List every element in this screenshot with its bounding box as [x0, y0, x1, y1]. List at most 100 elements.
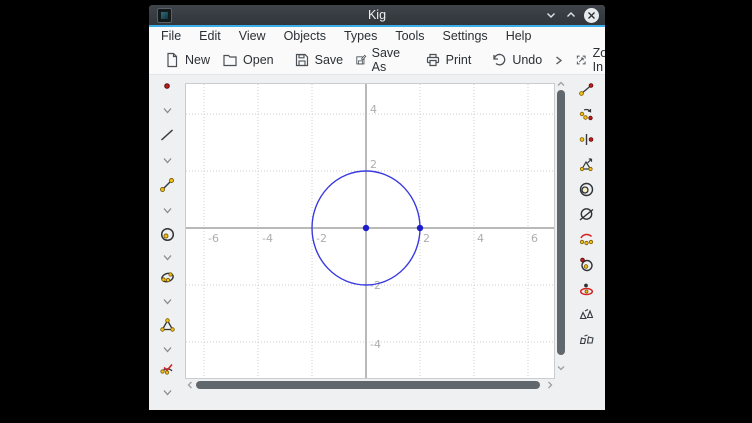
similitude-tool-button[interactable] — [574, 228, 598, 250]
x-axis-label: -2 — [316, 232, 327, 245]
chevron-down-icon — [161, 343, 174, 356]
point-tool-button[interactable] — [155, 75, 179, 97]
y-axis-label: -2 — [370, 279, 381, 292]
segment-icon — [159, 177, 175, 193]
maximize-button[interactable] — [562, 6, 580, 24]
open-button[interactable]: Open — [216, 49, 280, 71]
save-as-button-label: Save As — [372, 46, 405, 74]
radius-point-object[interactable] — [417, 225, 423, 231]
print-button[interactable]: Print — [419, 49, 478, 71]
chevron-right-icon — [553, 55, 564, 66]
projectivity-quads-icon — [578, 331, 595, 348]
polygon-triangle-icon — [159, 317, 176, 334]
point-tools-expander[interactable] — [155, 99, 179, 121]
scroll-down-button[interactable] — [556, 363, 566, 373]
zoom-in-button[interactable]: Zoom In — [569, 43, 605, 77]
menu-edit[interactable]: Edit — [190, 27, 230, 46]
printer-icon — [425, 52, 441, 68]
save-as-floppy-icon — [355, 52, 367, 68]
x-axis-label: 2 — [423, 232, 430, 245]
chevron-up-icon — [565, 9, 577, 21]
x-axis-label: 4 — [477, 232, 484, 245]
new-document-icon — [164, 52, 180, 68]
save-as-button[interactable]: Save As — [349, 43, 411, 77]
minimize-button[interactable] — [542, 6, 560, 24]
segment-tools-expander[interactable] — [155, 199, 179, 221]
vector-tool-button[interactable] — [574, 78, 598, 100]
close-button[interactable] — [582, 6, 600, 24]
scroll-right-button[interactable] — [545, 380, 555, 390]
chevron-right-icon — [545, 380, 555, 390]
kig-window: Kig File Edit — [149, 5, 605, 410]
scroll-left-button[interactable] — [185, 380, 195, 390]
harmonic-homology-tool-button[interactable] — [574, 278, 598, 300]
angle-icon — [159, 360, 176, 377]
rotation-tool-button[interactable] — [574, 253, 598, 275]
chevron-down-icon — [545, 9, 557, 21]
vertical-scrollbar[interactable] — [555, 79, 568, 375]
conic-tool-button[interactable] — [155, 266, 179, 288]
status-bar — [149, 394, 605, 410]
zoom-in-button-label: Zoom In — [593, 46, 605, 74]
axis-labels: -6 -4 -2 2 4 6 4 2 -2 -4 — [208, 103, 538, 351]
open-button-label: Open — [243, 53, 274, 67]
point-reflection-icon — [578, 131, 595, 148]
open-folder-icon — [222, 52, 238, 68]
point-icon — [159, 78, 175, 94]
similitude-arc-icon — [578, 231, 595, 248]
close-x-icon — [587, 11, 596, 20]
new-button-label: New — [185, 53, 210, 67]
x-axis-label: -6 — [208, 232, 219, 245]
new-button[interactable]: New — [158, 49, 216, 71]
vertical-scrollbar-thumb[interactable] — [557, 90, 565, 355]
chevron-down-icon — [161, 204, 174, 217]
center-point-object[interactable] — [363, 225, 369, 231]
conic-tools-expander[interactable] — [155, 290, 179, 312]
save-floppy-icon — [294, 52, 310, 68]
cross-circle-tool-button[interactable] — [574, 203, 598, 225]
chevron-down-icon — [161, 251, 174, 264]
save-button-label: Save — [315, 53, 344, 67]
line-tool-button[interactable] — [155, 124, 179, 146]
inversion-circles-icon — [578, 181, 595, 198]
menu-view[interactable]: View — [230, 27, 275, 46]
menu-file[interactable]: File — [152, 27, 190, 46]
save-button[interactable]: Save — [288, 49, 350, 71]
horizontal-scrollbar-thumb[interactable] — [196, 381, 540, 389]
circle-tool-button[interactable] — [155, 223, 179, 245]
menu-objects[interactable]: Objects — [275, 27, 335, 46]
horizontal-scrollbar[interactable] — [185, 379, 555, 392]
zoom-in-icon — [575, 52, 587, 68]
projectivity-tool-button[interactable] — [574, 328, 598, 350]
menu-settings[interactable]: Settings — [434, 27, 497, 46]
undo-button[interactable]: Undo — [485, 49, 548, 71]
polygon-tool-button[interactable] — [155, 314, 179, 336]
x-axis-label: 6 — [531, 232, 538, 245]
affinity-tool-button[interactable] — [574, 303, 598, 325]
segment-tool-button[interactable] — [155, 174, 179, 196]
rotate-tool-button[interactable] — [574, 103, 598, 125]
x-axis-label: -4 — [262, 232, 273, 245]
y-axis-label: 2 — [370, 158, 377, 171]
line-icon — [159, 127, 175, 143]
circle-tools-expander[interactable] — [155, 246, 179, 268]
y-axis-label: -4 — [370, 338, 381, 351]
conic-ellipse-icon — [159, 269, 176, 286]
undo-button-label: Undo — [512, 53, 542, 67]
angle-tool-button[interactable] — [155, 357, 179, 379]
undo-arrow-icon — [491, 52, 507, 68]
rotation-circle-icon — [578, 256, 595, 273]
undo-dropdown-button[interactable] — [548, 52, 569, 69]
point-reflection-tool-button[interactable] — [574, 128, 598, 150]
scroll-up-button[interactable] — [556, 79, 566, 89]
harmonic-ellipse-icon — [578, 281, 595, 298]
line-tools-expander[interactable] — [155, 149, 179, 171]
inversion-tool-button[interactable] — [574, 178, 598, 200]
chevron-down-icon — [161, 104, 174, 117]
y-axis-label: 4 — [370, 103, 377, 116]
geometry-canvas[interactable]: -6 -4 -2 2 4 6 4 2 -2 -4 — [185, 83, 555, 379]
menu-help[interactable]: Help — [497, 27, 541, 46]
scale-tool-button[interactable] — [574, 153, 598, 175]
chevron-down-icon — [556, 363, 566, 373]
titlebar[interactable]: Kig — [149, 5, 605, 25]
